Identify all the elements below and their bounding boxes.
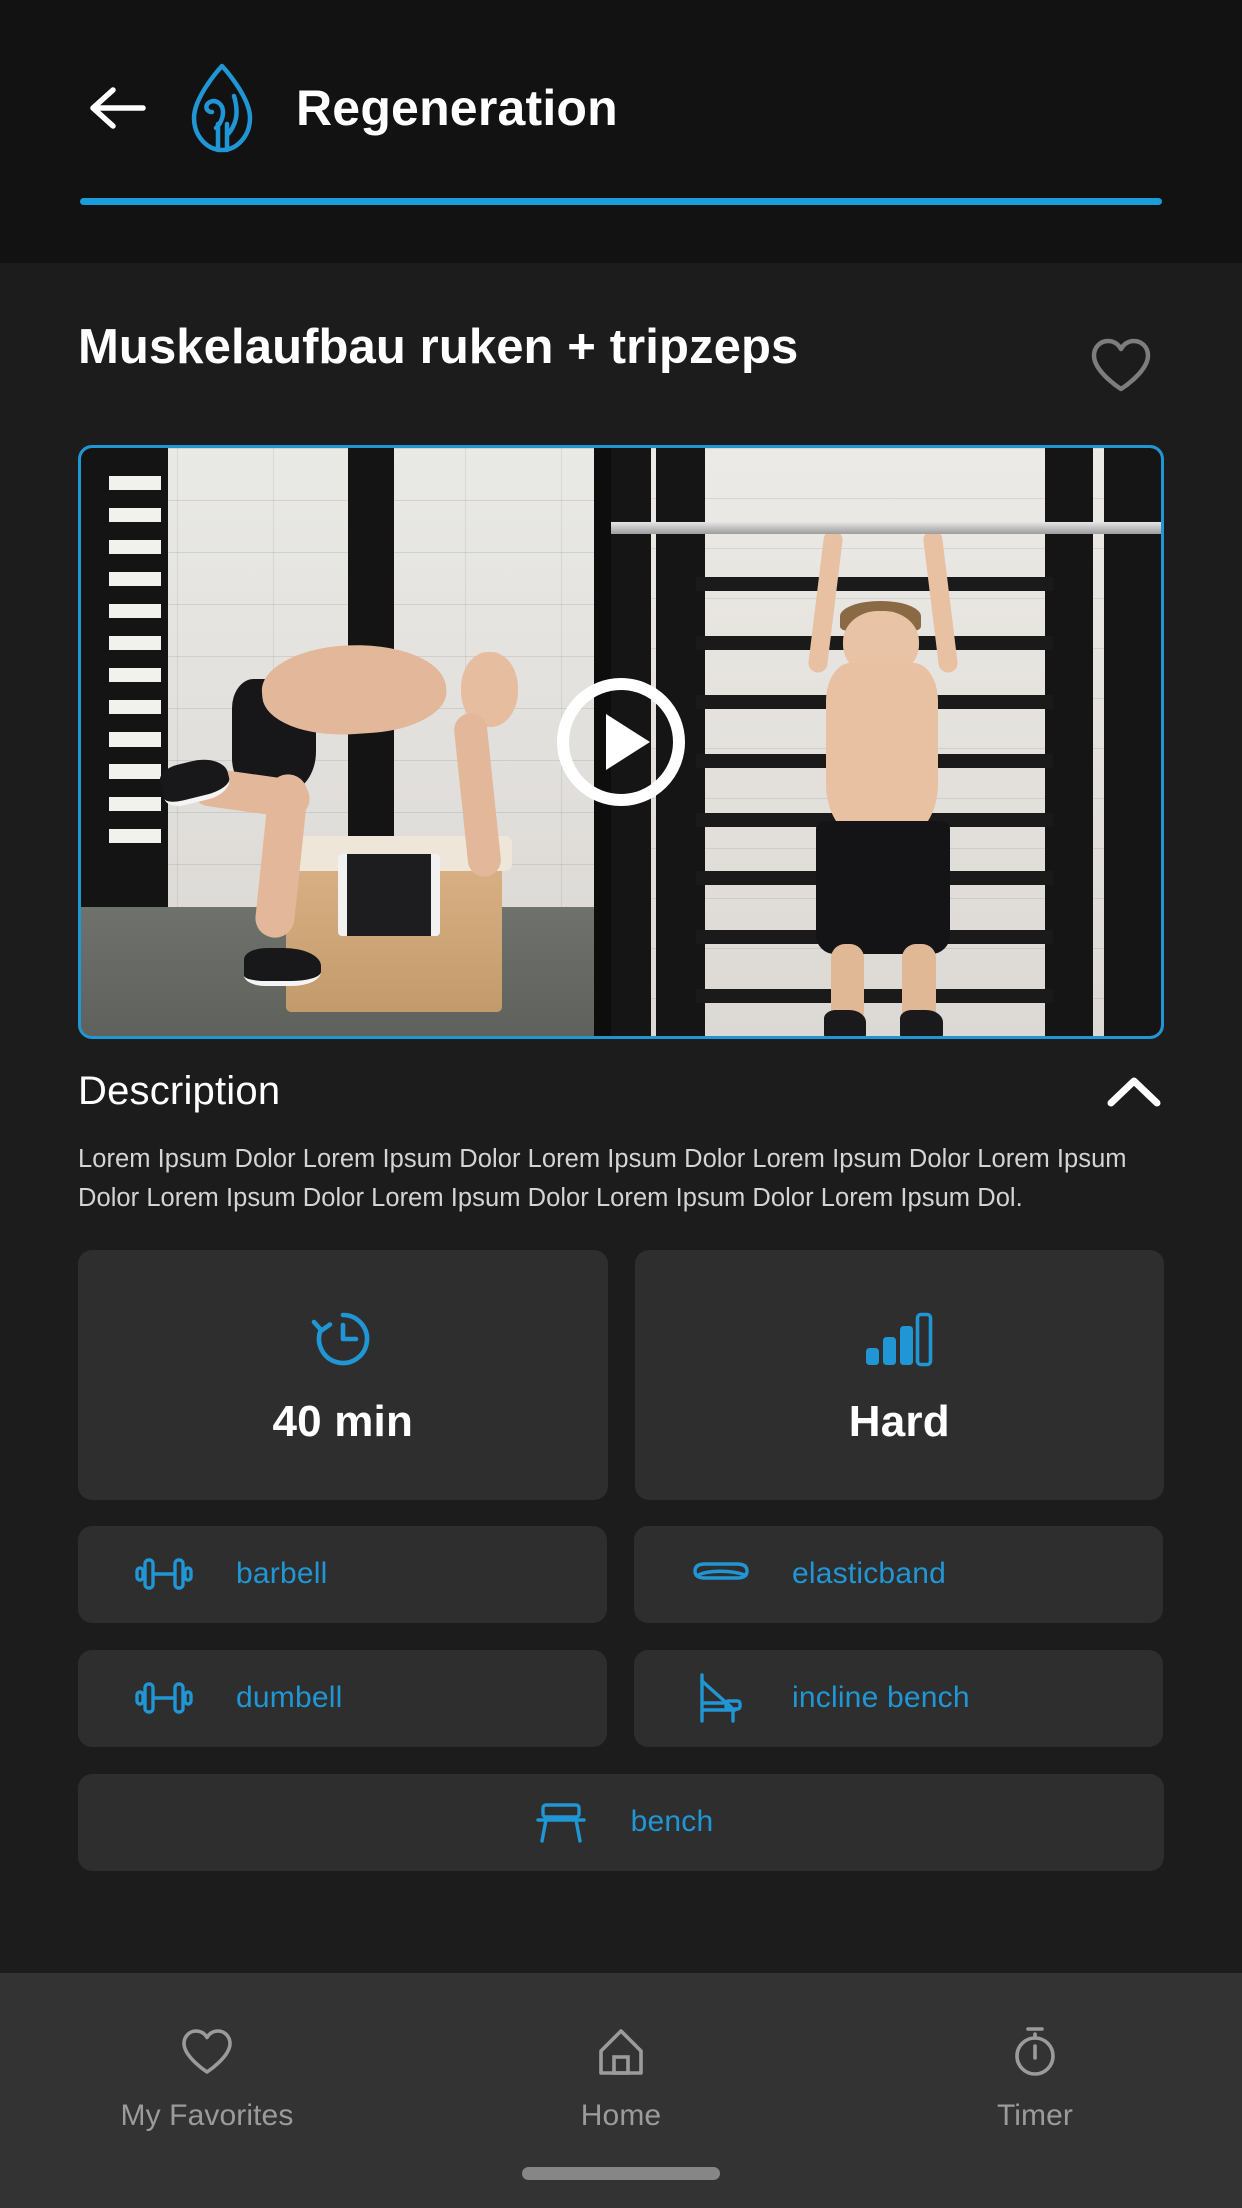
home-indicator[interactable]: [522, 2167, 720, 2180]
app-root: Regeneration Muskelaufbau ruken + tripze…: [0, 0, 1242, 2208]
heart-outline-icon: [181, 2025, 233, 2079]
equipment-label: elasticband: [792, 1557, 946, 1590]
play-triangle-icon: [605, 714, 650, 770]
dumbbell-prop: [337, 853, 441, 937]
favorite-button[interactable]: [1078, 323, 1164, 409]
clock-history-icon: [310, 1303, 376, 1375]
header-accent-underline: [80, 198, 1162, 205]
stat-value-duration: 40 min: [272, 1396, 414, 1446]
incline-bench-icon: [688, 1671, 752, 1725]
nav-label: Home: [580, 2099, 662, 2132]
equipment-chip-barbell[interactable]: barbell: [78, 1525, 607, 1623]
equipment-chip-dumbell[interactable]: dumbell: [78, 1649, 607, 1747]
nav-label: My Favorites: [120, 2099, 294, 2132]
rack-post-right-b: [1044, 448, 1093, 1036]
elasticband-icon: [688, 1557, 752, 1591]
stat-card-difficulty[interactable]: Hard: [634, 1249, 1164, 1500]
app-header: Regeneration: [0, 0, 1242, 263]
nav-item-home[interactable]: Home: [414, 2025, 828, 2208]
bench-icon: [529, 1799, 593, 1845]
brand-logo: [180, 62, 264, 154]
page-title: Regeneration: [296, 80, 618, 136]
equipment-chip-bench[interactable]: bench: [78, 1773, 1164, 1871]
stat-value-difficulty: Hard: [848, 1396, 950, 1446]
equipment-chip-elasticband[interactable]: elasticband: [634, 1525, 1163, 1623]
workout-title: Muskelaufbau ruken + tripzeps: [78, 320, 799, 374]
athlete-figure-right: [764, 524, 1002, 1036]
stopwatch-icon: [1012, 2025, 1058, 2079]
weight-stack: [81, 448, 169, 907]
header-row: Regeneration: [0, 62, 1242, 154]
chevron-up-icon: [1107, 1077, 1161, 1106]
stats-grid: 40 min Hard: [78, 1249, 1164, 1500]
barbell-icon: [132, 1552, 196, 1596]
nav-item-my-favorites[interactable]: My Favorites: [0, 2025, 414, 2208]
video-player[interactable]: [78, 445, 1164, 1039]
equipment-label: dumbell: [236, 1681, 343, 1714]
equipment-label: barbell: [236, 1557, 328, 1590]
bottom-navigation: My Favorites Home Timer: [0, 1973, 1242, 2208]
flame-logo-icon: [191, 63, 253, 153]
play-button[interactable]: [557, 678, 685, 806]
description-toggle[interactable]: Description: [78, 1069, 1164, 1114]
description-chevron[interactable]: [1104, 1070, 1164, 1114]
description-heading: Description: [78, 1069, 281, 1113]
back-button[interactable]: [80, 71, 154, 145]
content-area: Muskelaufbau ruken + tripzeps Descriptio…: [0, 263, 1242, 1973]
equipment-label: incline bench: [792, 1681, 970, 1714]
equipment-label: bench: [630, 1805, 714, 1838]
dumbbell-icon: [132, 1676, 196, 1720]
arrow-left-icon: [90, 87, 146, 129]
nav-item-timer[interactable]: Timer: [828, 2025, 1242, 2208]
equipment-list: barbell elasticband dumbell incline benc…: [78, 1525, 1164, 1871]
description-text: Lorem Ipsum Dolor Lorem Ipsum Dolor Lore…: [78, 1145, 1127, 1212]
video-frame-left: [81, 448, 594, 1036]
workout-title-row: Muskelaufbau ruken + tripzeps: [78, 263, 1164, 409]
heart-outline-icon: [1091, 338, 1151, 392]
stat-card-duration[interactable]: 40 min: [78, 1249, 608, 1500]
barbell-prop: [594, 521, 1161, 535]
equipment-chip-incline-bench[interactable]: incline bench: [634, 1649, 1163, 1747]
signal-bars-icon: [863, 1303, 935, 1375]
home-icon: [596, 2025, 646, 2079]
nav-label: Timer: [996, 2099, 1074, 2132]
